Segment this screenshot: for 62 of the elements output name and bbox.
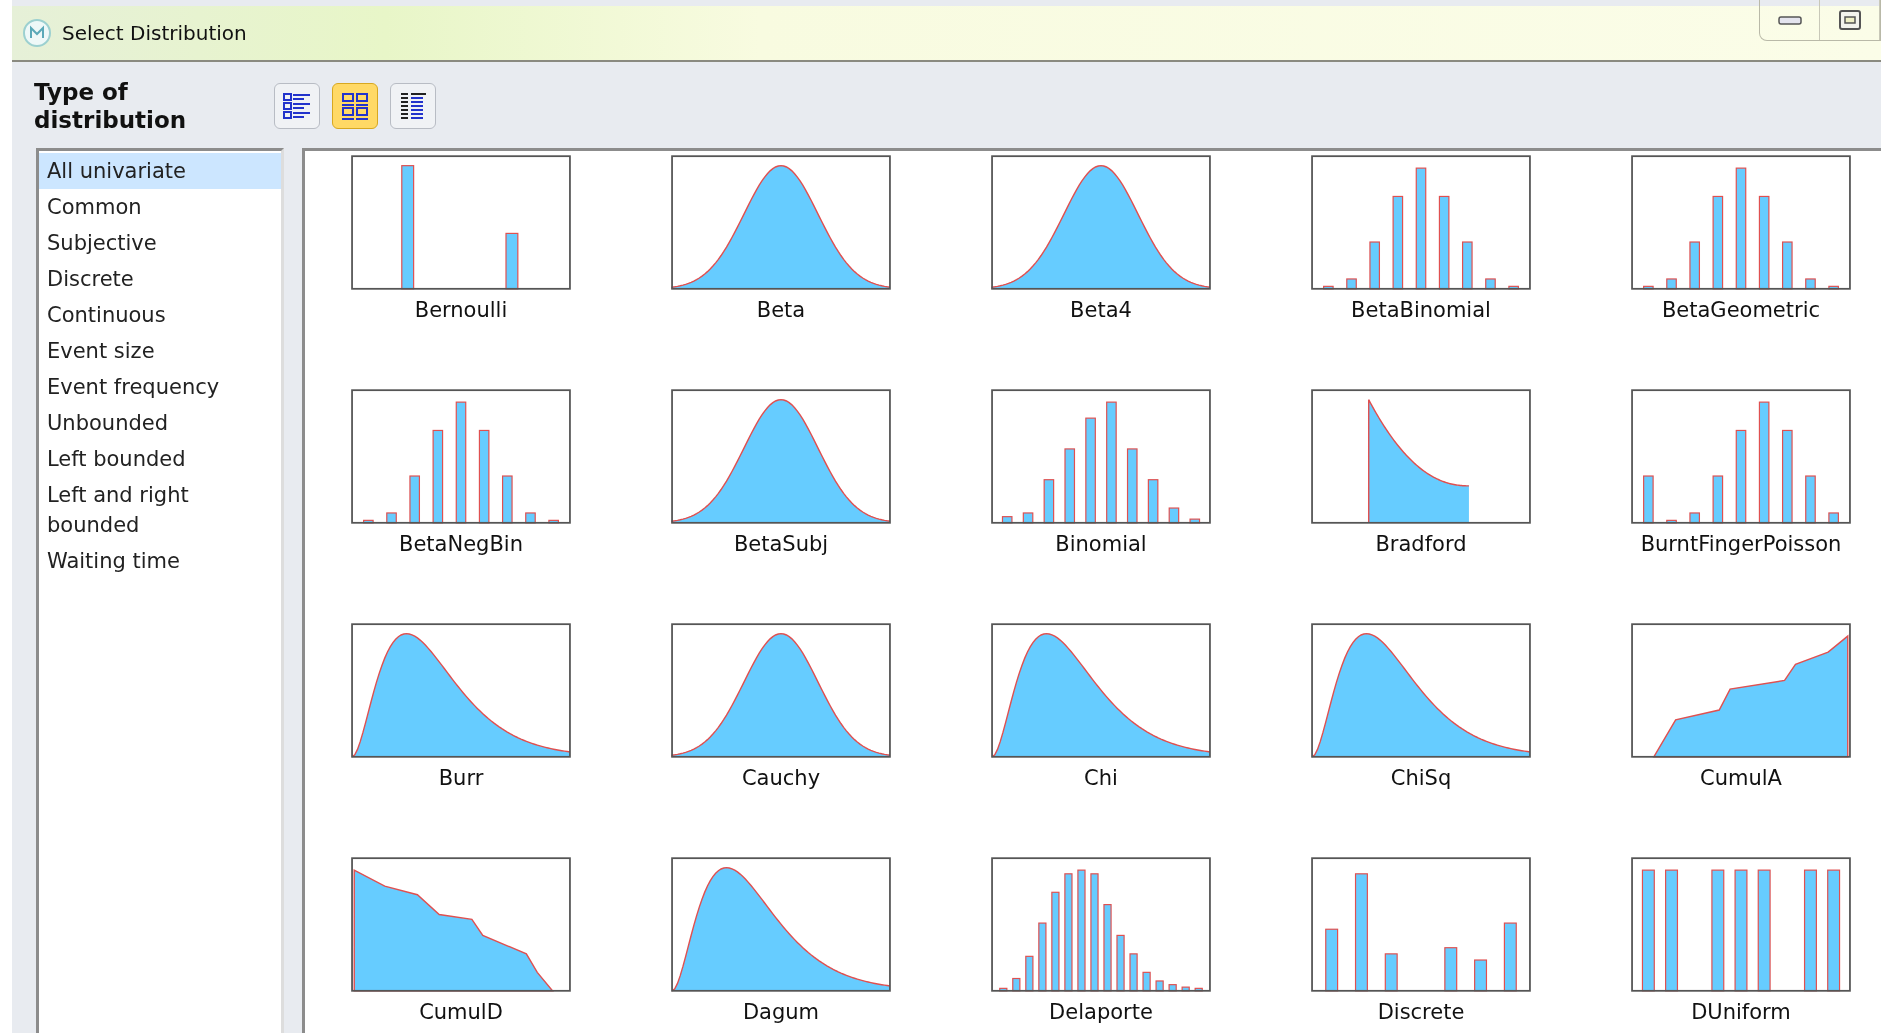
distribution-thumbnail-icon <box>350 857 572 992</box>
distribution-thumbnail-icon <box>1630 155 1852 290</box>
category-item[interactable]: Discrete <box>39 261 281 297</box>
category-item[interactable]: Left bounded <box>39 441 281 477</box>
distribution-thumbnail-icon <box>1310 857 1532 992</box>
distribution-tile[interactable]: Discrete <box>1310 857 1532 1033</box>
category-item[interactable]: Event size <box>39 333 281 369</box>
distribution-thumbnail-icon <box>350 155 572 290</box>
category-item[interactable]: All univariate <box>39 153 281 189</box>
distribution-thumbnail-icon <box>990 389 1212 524</box>
distribution-tile[interactable]: Delaporte <box>990 857 1212 1033</box>
text-list-icon <box>398 91 428 121</box>
distribution-thumbnail-icon <box>990 623 1212 758</box>
category-item[interactable]: Left and right bounded <box>39 477 281 543</box>
distribution-tile[interactable]: CumulA <box>1630 623 1852 857</box>
distribution-tile[interactable]: Dagum <box>670 857 892 1033</box>
app-logo-icon <box>22 18 52 48</box>
distribution-thumbnail-icon <box>350 623 572 758</box>
distribution-thumbnail-icon <box>1630 389 1852 524</box>
section-heading: Type of distribution <box>34 78 188 134</box>
distribution-tile[interactable]: BurntFingerPoisson <box>1630 389 1852 623</box>
view-mode-button[interactable] <box>274 83 320 129</box>
grid-view-icon <box>340 91 370 121</box>
distribution-thumbnail-icon <box>1310 623 1532 758</box>
distribution-tile[interactable]: BetaSubj <box>670 389 892 623</box>
category-item[interactable]: Subjective <box>39 225 281 261</box>
category-item[interactable]: Common <box>39 189 281 225</box>
distribution-tile[interactable]: Cauchy <box>670 623 892 857</box>
distribution-tile[interactable]: DUniform <box>1630 857 1852 1033</box>
distribution-thumbnail-icon <box>990 857 1212 992</box>
distribution-thumbnail-icon <box>990 155 1212 290</box>
distribution-tile[interactable]: Bradford <box>1310 389 1532 623</box>
distribution-tile[interactable]: CumulD <box>350 857 572 1033</box>
distribution-thumbnail-icon <box>1630 857 1852 992</box>
distribution-thumbnail-icon <box>1310 389 1532 524</box>
view-mode-button[interactable] <box>390 83 436 129</box>
window-title: Select Distribution <box>62 21 247 45</box>
distribution-tile[interactable]: Binomial <box>990 389 1212 623</box>
detail-list-icon <box>282 91 312 121</box>
distribution-thumbnail-icon <box>670 389 892 524</box>
distribution-tile[interactable]: Beta4 <box>990 155 1212 389</box>
distribution-tile[interactable]: Beta <box>670 155 892 389</box>
category-item[interactable]: Continuous <box>39 297 281 333</box>
distribution-thumbnail-icon <box>350 389 572 524</box>
distribution-tile[interactable]: Burr <box>350 623 572 857</box>
minimize-icon <box>1776 13 1803 27</box>
distribution-tile[interactable]: Bernoulli <box>350 155 572 389</box>
distribution-thumbnail-icon <box>1630 623 1852 758</box>
category-item[interactable]: Unbounded <box>39 405 281 441</box>
distribution-thumbnail-icon <box>670 155 892 290</box>
category-item[interactable]: Waiting time <box>39 543 281 579</box>
view-mode-button[interactable] <box>332 83 378 129</box>
distribution-thumbnail-icon <box>670 857 892 992</box>
restore-icon <box>1837 9 1862 31</box>
distribution-tile[interactable]: BetaNegBin <box>350 389 572 623</box>
distribution-tile[interactable]: BetaBinomial <box>1310 155 1532 389</box>
distribution-thumbnail-icon <box>1310 155 1532 290</box>
category-item[interactable]: Event frequency <box>39 369 281 405</box>
distribution-thumbnail-icon <box>670 623 892 758</box>
distribution-tile[interactable]: BetaGeometric <box>1630 155 1852 389</box>
distribution-tile[interactable]: ChiSq <box>1310 623 1532 857</box>
distribution-tile[interactable]: Chi <box>990 623 1212 857</box>
